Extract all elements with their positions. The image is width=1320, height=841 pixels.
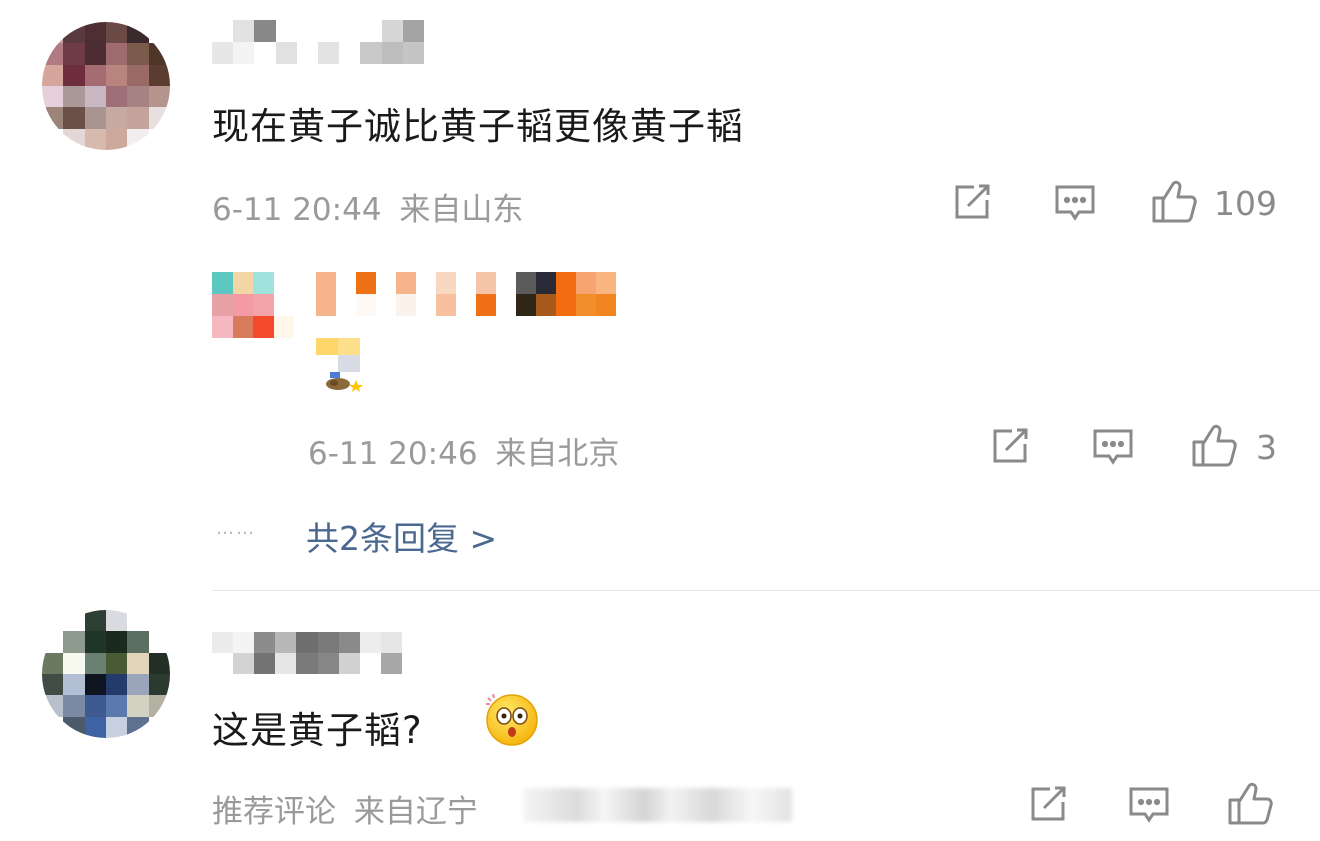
reply-meta: 6-11 20:46 来自北京 — [308, 428, 619, 473]
more-replies-link[interactable]: 共2条回复 > — [306, 512, 497, 560]
share-icon[interactable] — [988, 424, 1032, 468]
comment-divider — [212, 590, 1320, 591]
reply-like-count: 3 — [1256, 428, 1277, 467]
comment-meta: 6-11 20:44 来自山东 — [212, 184, 523, 229]
reply-username-redacted[interactable] — [316, 272, 636, 316]
comment-date: 6-11 20:44 — [212, 192, 382, 228]
comment-icon[interactable] — [1052, 180, 1098, 226]
comment-icon[interactable] — [1126, 782, 1172, 828]
share-icon[interactable] — [950, 180, 994, 224]
comment-icon[interactable] — [1090, 424, 1136, 470]
avatar[interactable] — [42, 610, 170, 738]
comment-text: 这是黄子韬? — [212, 709, 423, 752]
avatar[interactable] — [42, 22, 170, 150]
comment-meta: 推荐评论 来自辽宁 — [212, 786, 478, 831]
comment-text: 现在黄子诚比黄子韬更像黄子韬 — [212, 105, 744, 148]
recommended-label: 推荐评论 — [212, 794, 336, 830]
share-icon[interactable] — [1026, 782, 1070, 826]
comment-location: 来自山东 — [399, 192, 524, 228]
redacted-text — [524, 788, 792, 822]
shocked-face-emoji-icon — [484, 690, 540, 746]
username-redacted[interactable] — [212, 632, 402, 674]
badge-base-icon — [324, 372, 364, 392]
like-count: 109 — [1214, 184, 1277, 223]
comment-location: 来自辽宁 — [353, 794, 478, 830]
reply-location: 来自北京 — [495, 436, 620, 472]
reply-avatar[interactable] — [212, 272, 294, 338]
thumbs-up-icon[interactable] — [1150, 177, 1200, 225]
username-redacted[interactable] — [212, 20, 424, 64]
user-badge-icon — [316, 338, 360, 372]
more-replies-dots: …… — [216, 518, 256, 539]
thumbs-up-icon[interactable] — [1226, 779, 1276, 827]
thumbs-up-icon[interactable] — [1190, 421, 1240, 469]
reply-date: 6-11 20:46 — [308, 436, 478, 472]
